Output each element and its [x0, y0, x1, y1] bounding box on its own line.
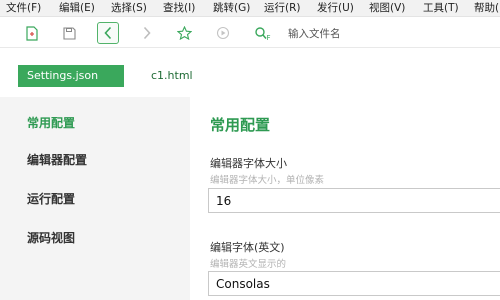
english-font-help: 编辑器英文显示的: [210, 259, 287, 270]
font-size-label: 编辑器字体大小: [210, 157, 287, 170]
back-button[interactable]: [97, 22, 119, 44]
svg-text:F: F: [267, 34, 271, 42]
back-icon: [104, 26, 112, 40]
section-title: 常用配置: [210, 116, 271, 134]
forward-icon: [143, 26, 151, 40]
search-file-button[interactable]: F: [254, 26, 274, 42]
settings-sidebar: 常用配置 编辑器配置 运行配置 源码视图: [0, 97, 190, 300]
star-icon: [176, 26, 192, 40]
preview-button[interactable]: [212, 22, 234, 44]
menu-run[interactable]: 运行(R): [264, 1, 301, 16]
file-tabs: Settings.json c1.html: [0, 49, 500, 97]
settings-panel: 常用配置 编辑器字体大小 编辑器字体大小，单位像素 编辑字体(英文) 编辑器英文…: [190, 97, 500, 300]
menu-tools[interactable]: 工具(T): [423, 1, 459, 16]
tab-settings-json[interactable]: Settings.json: [18, 65, 124, 87]
new-file-icon: [26, 25, 38, 41]
sidebar-item-run[interactable]: 运行配置: [27, 190, 75, 207]
menu-view[interactable]: 视图(V): [369, 1, 405, 16]
menu-file[interactable]: 文件(F): [6, 1, 41, 16]
english-font-label: 编辑字体(英文): [210, 241, 285, 254]
file-search-input[interactable]: [288, 25, 493, 42]
english-font-input[interactable]: [208, 271, 500, 296]
favorite-button[interactable]: [173, 22, 195, 44]
menu-goto[interactable]: 跳转(G): [213, 1, 250, 16]
sidebar-item-editor[interactable]: 编辑器配置: [27, 151, 87, 168]
search-file-icon: F: [255, 27, 271, 42]
menu-select[interactable]: 选择(S): [111, 1, 147, 16]
sidebar-item-source-view[interactable]: 源码视图: [27, 229, 75, 246]
tab-c1-html[interactable]: c1.html: [142, 65, 202, 87]
font-size-input[interactable]: [208, 188, 500, 213]
new-file-button[interactable]: [21, 22, 43, 44]
menu-edit[interactable]: 编辑(E): [59, 1, 95, 16]
preview-icon: [216, 26, 230, 40]
save-button[interactable]: [58, 22, 80, 44]
menu-publish[interactable]: 发行(U): [317, 1, 354, 16]
save-icon: [62, 26, 76, 40]
font-size-help: 编辑器字体大小，单位像素: [210, 175, 325, 186]
menu-help[interactable]: 帮助(: [474, 1, 499, 16]
forward-button[interactable]: [136, 22, 158, 44]
toolbar: F: [0, 18, 500, 48]
sidebar-item-common[interactable]: 常用配置: [27, 114, 75, 131]
menu-find[interactable]: 查找(I): [163, 1, 195, 16]
menu-bar: 文件(F) 编辑(E) 选择(S) 查找(I) 跳转(G) 运行(R) 发行(U…: [0, 0, 500, 17]
